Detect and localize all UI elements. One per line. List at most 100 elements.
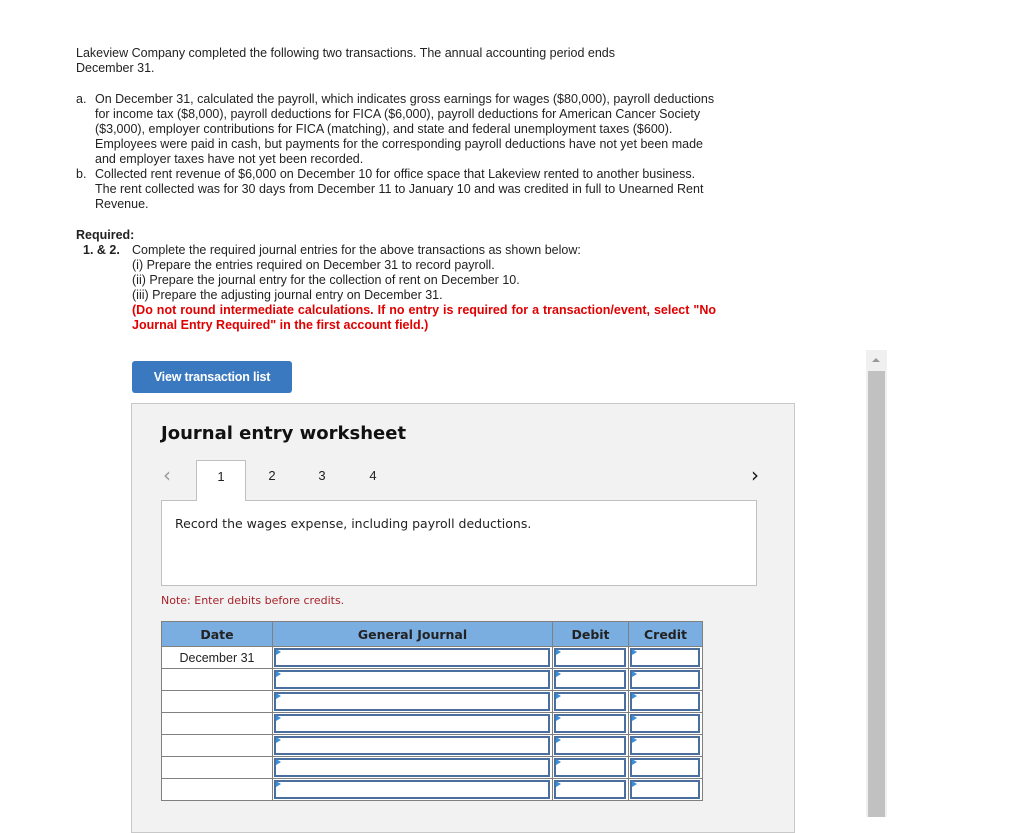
account-input[interactable] (274, 758, 550, 777)
date-cell (161, 734, 273, 757)
account-cell (272, 778, 553, 801)
account-input-wrapper (273, 713, 552, 734)
debit-input-wrapper (553, 669, 628, 690)
credit-input[interactable] (630, 758, 700, 777)
credit-input[interactable] (630, 714, 700, 733)
credit-input[interactable] (630, 780, 700, 799)
tab-3[interactable]: 3 (297, 460, 347, 500)
transaction-item-a: a. On December 31, calculated the payrol… (76, 92, 716, 167)
dropdown-flag-icon (556, 781, 561, 787)
debit-input-wrapper (553, 647, 628, 668)
debit-cell (552, 712, 629, 735)
debit-input-wrapper (553, 691, 628, 712)
account-input[interactable] (274, 736, 550, 755)
tab-1[interactable]: 1 (196, 460, 246, 501)
header-credit: Credit (628, 621, 703, 647)
debit-input[interactable] (554, 780, 626, 799)
date-cell (161, 690, 273, 713)
transaction-label: b. (76, 167, 87, 181)
debit-cell (552, 668, 629, 691)
account-input-wrapper (273, 647, 552, 668)
view-transaction-list-button[interactable]: View transaction list (132, 361, 292, 393)
dropdown-flag-icon (556, 671, 561, 677)
required-instruction: Complete the required journal entries fo… (132, 243, 581, 257)
dropdown-flag-icon (632, 715, 637, 721)
account-input-wrapper (273, 757, 552, 778)
credit-input[interactable] (630, 692, 700, 711)
account-input[interactable] (274, 648, 550, 667)
dropdown-flag-icon (276, 737, 281, 743)
debit-input-wrapper (553, 779, 628, 800)
debit-cell (552, 778, 629, 801)
account-input[interactable] (274, 670, 550, 689)
required-step-2: (ii) Prepare the journal entry for the c… (132, 273, 520, 287)
credit-input-wrapper (629, 647, 702, 668)
credit-input[interactable] (630, 670, 700, 689)
debit-input[interactable] (554, 692, 626, 711)
debit-cell (552, 646, 629, 669)
debit-input-wrapper (553, 757, 628, 778)
dropdown-flag-icon (632, 737, 637, 743)
date-cell (161, 668, 273, 691)
credit-input-wrapper (629, 779, 702, 800)
dropdown-flag-icon (632, 649, 637, 655)
account-input[interactable] (274, 714, 550, 733)
table-row (161, 690, 703, 713)
account-input[interactable] (274, 692, 550, 711)
header-debit: Debit (552, 621, 629, 647)
transaction-item-b: b. Collected rent revenue of $6,000 on D… (76, 167, 716, 212)
dropdown-flag-icon (632, 693, 637, 699)
dropdown-flag-icon (556, 715, 561, 721)
scrollbar-thumb[interactable] (868, 371, 885, 817)
dropdown-flag-icon (556, 737, 561, 743)
dropdown-flag-icon (632, 671, 637, 677)
credit-cell (628, 646, 703, 669)
debit-input[interactable] (554, 758, 626, 777)
account-cell (272, 668, 553, 691)
dropdown-flag-icon (276, 715, 281, 721)
credit-input[interactable] (630, 736, 700, 755)
dropdown-flag-icon (276, 671, 281, 677)
table-row (161, 756, 703, 779)
dropdown-flag-icon (276, 693, 281, 699)
debit-input[interactable] (554, 648, 626, 667)
debit-input-wrapper (553, 735, 628, 756)
required-step-3: (iii) Prepare the adjusting journal entr… (132, 288, 443, 302)
account-input[interactable] (274, 780, 550, 799)
account-input-wrapper (273, 779, 552, 800)
header-general-journal: General Journal (272, 621, 553, 647)
required-section: Required: 1. & 2. Complete the required … (76, 228, 716, 333)
intro-text: Lakeview Company completed the following… (76, 46, 615, 75)
dropdown-flag-icon (556, 693, 561, 699)
tab-4[interactable]: 4 (348, 460, 398, 500)
account-input-wrapper (273, 735, 552, 756)
dropdown-flag-icon (276, 759, 281, 765)
dropdown-flag-icon (276, 649, 281, 655)
table-row: December 31 (161, 646, 703, 669)
credit-cell (628, 734, 703, 757)
dropdown-flag-icon (556, 649, 561, 655)
transaction-list: a. On December 31, calculated the payrol… (76, 92, 716, 212)
required-number: 1. & 2. (83, 243, 120, 257)
debit-input[interactable] (554, 714, 626, 733)
debit-input[interactable] (554, 736, 626, 755)
credit-input-wrapper (629, 713, 702, 734)
credit-input-wrapper (629, 691, 702, 712)
chevron-right-icon[interactable]: › (751, 463, 759, 487)
tab-2[interactable]: 2 (247, 460, 297, 500)
account-cell (272, 690, 553, 713)
account-cell (272, 734, 553, 757)
transaction-label: a. (76, 92, 87, 106)
chevron-left-icon[interactable]: ‹ (163, 463, 171, 487)
debit-credit-note: Note: Enter debits before credits. (161, 594, 345, 607)
required-item: 1. & 2. Complete the required journal en… (76, 243, 716, 333)
vertical-scrollbar[interactable] (866, 350, 887, 817)
table-row (161, 734, 703, 757)
scroll-up-arrow-icon[interactable] (866, 350, 887, 370)
credit-cell (628, 778, 703, 801)
debit-input[interactable] (554, 670, 626, 689)
journal-table: Date General Journal Debit Credit Decemb… (161, 621, 703, 801)
credit-input-wrapper (629, 757, 702, 778)
transaction-text: Collected rent revenue of $6,000 on Dece… (95, 167, 704, 211)
credit-input[interactable] (630, 648, 700, 667)
